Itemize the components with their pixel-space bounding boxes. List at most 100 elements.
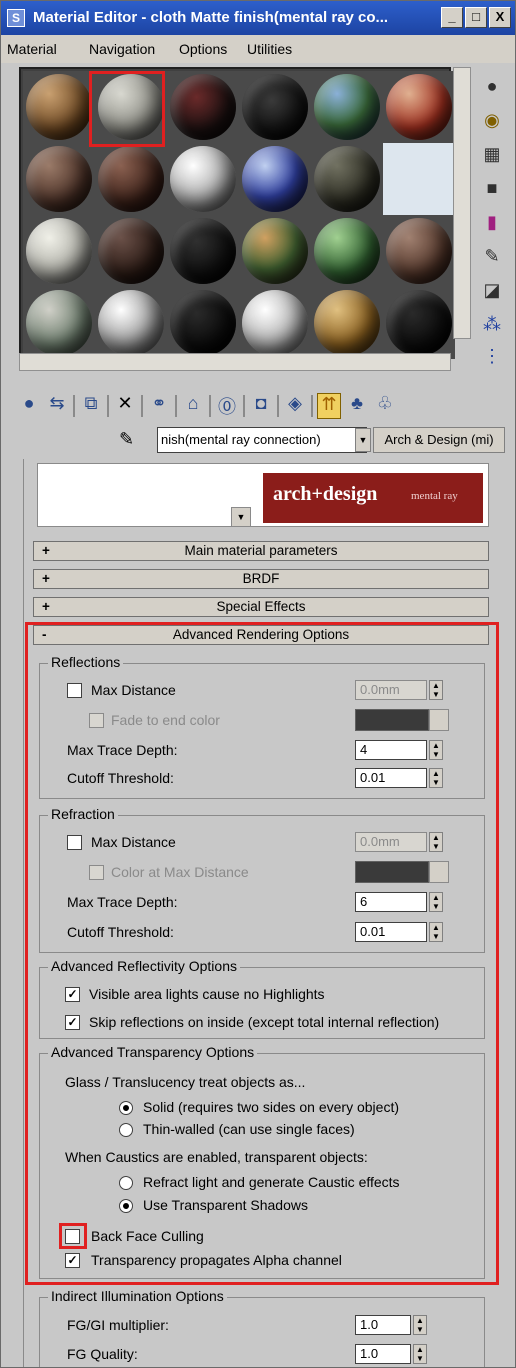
close-button[interactable]: X xyxy=(489,7,511,28)
propagate-alpha-checkbox[interactable]: ✓ xyxy=(65,1253,80,1268)
reflection-max-trace-field[interactable]: 4 xyxy=(355,740,427,760)
options-icon[interactable]: ◪ xyxy=(477,275,507,305)
glass-treat-label: Glass / Translucency treat objects as... xyxy=(65,1074,306,1090)
sample-slot[interactable] xyxy=(311,71,383,143)
sample-slot[interactable] xyxy=(383,71,455,143)
sample-slot[interactable] xyxy=(23,287,95,359)
no-highlights-checkbox[interactable]: ✓ xyxy=(65,987,80,1002)
pick-from-object-icon[interactable]: ✎ xyxy=(119,429,134,450)
title-bar[interactable]: S Material Editor - cloth Matte finish(m… xyxy=(1,1,515,35)
assign-material-icon[interactable]: ⧉ xyxy=(79,393,103,419)
sample-slot[interactable] xyxy=(239,287,311,359)
reflection-cutoff-spinner[interactable]: ▲ ▼ xyxy=(429,768,443,788)
material-id-channel-icon[interactable]: ⓪ xyxy=(215,393,239,419)
sample-slot[interactable] xyxy=(95,287,167,359)
sample-slot[interactable] xyxy=(239,143,311,215)
fg-gi-multiplier-field[interactable]: 1.0 xyxy=(355,1315,411,1335)
max-distance-map-button[interactable] xyxy=(429,861,449,883)
sample-slot[interactable] xyxy=(23,71,95,143)
sample-slot[interactable] xyxy=(23,143,95,215)
solid-radio[interactable] xyxy=(119,1101,133,1115)
sample-type-icon[interactable]: ● xyxy=(477,71,507,101)
show-map-in-viewport-icon[interactable]: ◘ xyxy=(249,393,273,419)
menu-utilities[interactable]: Utilities xyxy=(247,41,292,57)
sample-slot[interactable] xyxy=(383,287,455,359)
refraction-max-distance-checkbox[interactable] xyxy=(67,835,82,850)
refraction-cutoff-field[interactable]: 0.01 xyxy=(355,922,427,942)
refraction-cutoff-label: Cutoff Threshold: xyxy=(67,924,174,940)
thin-walled-radio[interactable] xyxy=(119,1123,133,1137)
sample-slot[interactable] xyxy=(311,287,383,359)
slots-vertical-scrollbar[interactable] xyxy=(453,67,471,339)
menu-navigation[interactable]: Navigation xyxy=(89,41,155,57)
sample-slot[interactable] xyxy=(383,143,455,215)
put-to-library-icon[interactable]: ⌂ xyxy=(181,393,205,419)
material-name-field[interactable]: nish(mental ray connection) xyxy=(157,427,367,453)
sample-slot[interactable] xyxy=(311,215,383,287)
reset-map-icon[interactable]: ✕ xyxy=(113,393,137,419)
rollout-special-effects[interactable]: + Special Effects xyxy=(33,597,489,617)
rollout-label: BRDF xyxy=(242,571,280,586)
thin-walled-label: Thin-walled (can use single faces) xyxy=(143,1121,355,1137)
select-by-material-icon[interactable]: ⁂ xyxy=(477,309,507,339)
show-end-result-icon[interactable]: ◈ xyxy=(283,393,307,419)
refraction-max-distance-spinner[interactable]: ▲ ▼ xyxy=(429,832,443,852)
go-to-parent-icon[interactable]: ⇈ xyxy=(317,393,341,419)
sample-slot[interactable] xyxy=(167,71,239,143)
menu-material[interactable]: Material xyxy=(7,41,57,57)
refraction-cutoff-spinner[interactable]: ▲ ▼ xyxy=(429,922,443,942)
menu-options[interactable]: Options xyxy=(179,41,227,57)
refraction-max-trace-spinner[interactable]: ▲ ▼ xyxy=(429,892,443,912)
sample-slot[interactable] xyxy=(311,143,383,215)
fade-end-map-button[interactable] xyxy=(429,709,449,731)
refraction-max-distance-field[interactable]: 0.0mm xyxy=(355,832,427,852)
propagate-alpha-label: Transparency propagates Alpha channel xyxy=(91,1252,342,1268)
refraction-max-distance-label: Max Distance xyxy=(91,834,176,850)
sample-slot[interactable] xyxy=(383,215,455,287)
sample-slot[interactable] xyxy=(167,287,239,359)
maximize-button[interactable]: □ xyxy=(465,7,487,28)
minimize-button[interactable]: _ xyxy=(441,7,463,28)
rollout-brdf[interactable]: + BRDF xyxy=(33,569,489,589)
material-map-navigator-icon[interactable]: ♧ xyxy=(373,393,397,419)
sample-slot[interactable] xyxy=(239,71,311,143)
fg-gi-multiplier-spinner[interactable]: ▲ ▼ xyxy=(413,1315,427,1335)
put-to-scene-icon[interactable]: ⇆ xyxy=(45,393,69,419)
go-forward-to-sibling-icon[interactable]: ♣ xyxy=(345,393,369,419)
refraction-max-trace-field[interactable]: 6 xyxy=(355,892,427,912)
color-at-max-distance-checkbox[interactable] xyxy=(89,865,104,880)
templates-dropdown[interactable]: ▼ xyxy=(231,507,251,527)
make-unique-icon[interactable]: ⚭ xyxy=(147,393,171,419)
get-material-icon[interactable]: ● xyxy=(17,393,41,419)
reflection-max-distance-field[interactable]: 0.0mm xyxy=(355,680,427,700)
reflection-max-distance-checkbox[interactable] xyxy=(67,683,82,698)
sample-slot[interactable] xyxy=(167,215,239,287)
make-preview-icon[interactable]: ✎ xyxy=(477,241,507,271)
fade-end-color-swatch[interactable] xyxy=(355,709,429,731)
sample-uv-tiling-icon[interactable]: ■ xyxy=(477,173,507,203)
name-dropdown-arrow[interactable]: ▼ xyxy=(355,428,371,452)
reflection-cutoff-field[interactable]: 0.01 xyxy=(355,768,427,788)
reflection-max-trace-spinner[interactable]: ▲ ▼ xyxy=(429,740,443,760)
material-navigator-icon[interactable]: ⋮ xyxy=(477,341,507,371)
background-checker-icon[interactable]: ▦ xyxy=(477,139,507,169)
slots-horizontal-scrollbar[interactable] xyxy=(19,353,451,371)
transparent-shadows-radio[interactable] xyxy=(119,1199,133,1213)
max-distance-color-swatch[interactable] xyxy=(355,861,429,883)
skip-inside-reflections-checkbox[interactable]: ✓ xyxy=(65,1015,80,1030)
reflection-max-distance-spinner[interactable]: ▲ ▼ xyxy=(429,680,443,700)
video-color-check-icon[interactable]: ▮ xyxy=(477,207,507,237)
fg-quality-spinner[interactable]: ▲ ▼ xyxy=(413,1344,427,1364)
sample-slot[interactable] xyxy=(23,215,95,287)
refract-caustics-radio[interactable] xyxy=(119,1176,133,1190)
rollout-main-material-parameters[interactable]: + Main material parameters xyxy=(33,541,489,561)
material-type-button[interactable]: Arch & Design (mi) xyxy=(373,427,505,453)
fg-quality-field[interactable]: 1.0 xyxy=(355,1344,411,1364)
sample-slot[interactable] xyxy=(239,215,311,287)
fade-to-end-color-checkbox[interactable] xyxy=(89,713,104,728)
sample-slot[interactable] xyxy=(95,143,167,215)
sample-slot[interactable] xyxy=(95,215,167,287)
backlight-icon[interactable]: ◉ xyxy=(477,105,507,135)
solid-label: Solid (requires two sides on every objec… xyxy=(143,1099,400,1115)
sample-slot[interactable] xyxy=(167,143,239,215)
